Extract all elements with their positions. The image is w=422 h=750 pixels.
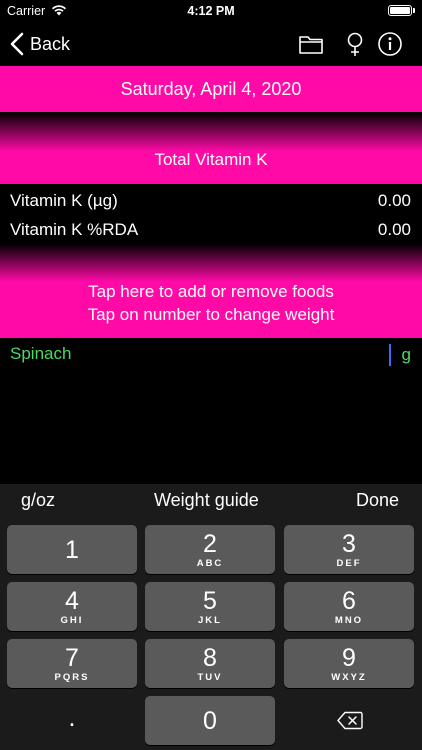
- total-header-band: Total Vitamin K: [0, 112, 422, 184]
- key-digit: 5: [203, 587, 217, 615]
- key-digit: 2: [203, 530, 217, 558]
- change-weight-instruction: Tap on number to change weight: [87, 305, 335, 324]
- key-letters: DEF: [336, 558, 362, 569]
- nutrient-name: Vitamin K (µg): [10, 191, 118, 210]
- add-foods-instruction: Tap here to add or remove foods: [88, 282, 334, 301]
- backspace-icon: [337, 711, 363, 730]
- back-button[interactable]: Back: [10, 30, 70, 58]
- nutrient-value: 0.00: [377, 191, 411, 210]
- weight-guide-button[interactable]: Weight guide: [154, 490, 259, 511]
- key-digit: .: [68, 704, 76, 732]
- key-0[interactable]: 0: [145, 696, 275, 745]
- done-button[interactable]: Done: [356, 490, 399, 511]
- key-1[interactable]: 1: [7, 525, 137, 574]
- food-name[interactable]: Spinach: [10, 344, 71, 364]
- nutrient-row: Vitamin K (µg) 0.00: [0, 186, 422, 215]
- key-digit: 3: [342, 530, 356, 558]
- key-digit: 4: [65, 587, 79, 615]
- chevron-left-icon: [10, 32, 24, 56]
- key-5[interactable]: 5 JKL: [145, 582, 275, 631]
- key-letters: JKL: [198, 615, 222, 626]
- total-title: Total Vitamin K: [154, 150, 268, 169]
- battery-icon: [388, 5, 412, 16]
- numeric-keypad: g/oz Weight guide Done 1 2 ABC 3 DEF 4 G…: [0, 484, 422, 750]
- unit-toggle-button[interactable]: g/oz: [21, 490, 55, 511]
- status-bar: Carrier 4:12 PM: [0, 0, 422, 22]
- battery-nub: [413, 8, 415, 13]
- female-symbol-icon[interactable]: [342, 31, 368, 57]
- clock-time: 4:12 PM: [187, 4, 235, 18]
- food-row: Spinach g: [0, 338, 422, 370]
- key-6[interactable]: 6 MNO: [284, 582, 414, 631]
- key-letters: MNO: [334, 615, 364, 626]
- key-8[interactable]: 8 TUV: [145, 639, 275, 688]
- key-4[interactable]: 4 GHI: [7, 582, 137, 631]
- key-letters: GHI: [60, 615, 84, 626]
- key-digit: 0: [203, 707, 217, 735]
- key-letters: WXYZ: [331, 672, 367, 683]
- date-label: Saturday, April 4, 2020: [120, 78, 302, 99]
- nutrient-value: 0.00: [377, 220, 411, 239]
- key-letters: TUV: [197, 672, 223, 683]
- folder-icon[interactable]: [298, 31, 324, 57]
- text-cursor: [389, 344, 391, 366]
- key-2[interactable]: 2 ABC: [145, 525, 275, 574]
- key-digit: 8: [203, 644, 217, 672]
- key-7[interactable]: 7 PQRS: [7, 639, 137, 688]
- key-letters: PQRS: [54, 672, 90, 683]
- key-digit: 6: [342, 587, 356, 615]
- decimal-key[interactable]: .: [7, 696, 137, 745]
- key-letters: ABC: [196, 558, 224, 569]
- key-9[interactable]: 9 WXYZ: [284, 639, 414, 688]
- nutrient-name: Vitamin K %RDA: [10, 220, 139, 239]
- key-digit: 7: [65, 644, 79, 672]
- key-digit: 9: [342, 644, 356, 672]
- keyboard-toolbar: g/oz Weight guide Done: [0, 484, 422, 518]
- add-remove-foods-button[interactable]: Tap here to add or remove foods Tap on n…: [0, 244, 422, 338]
- back-button-label: Back: [30, 33, 71, 54]
- info-icon[interactable]: [377, 31, 403, 57]
- key-3[interactable]: 3 DEF: [284, 525, 414, 574]
- navigation-bar: Back: [0, 22, 422, 66]
- key-digit: 1: [65, 536, 79, 564]
- nutrient-row: Vitamin K %RDA 0.00: [0, 215, 422, 244]
- delete-key[interactable]: [284, 696, 414, 745]
- food-weight-unit[interactable]: g: [402, 345, 411, 365]
- date-header[interactable]: Saturday, April 4, 2020: [0, 66, 422, 112]
